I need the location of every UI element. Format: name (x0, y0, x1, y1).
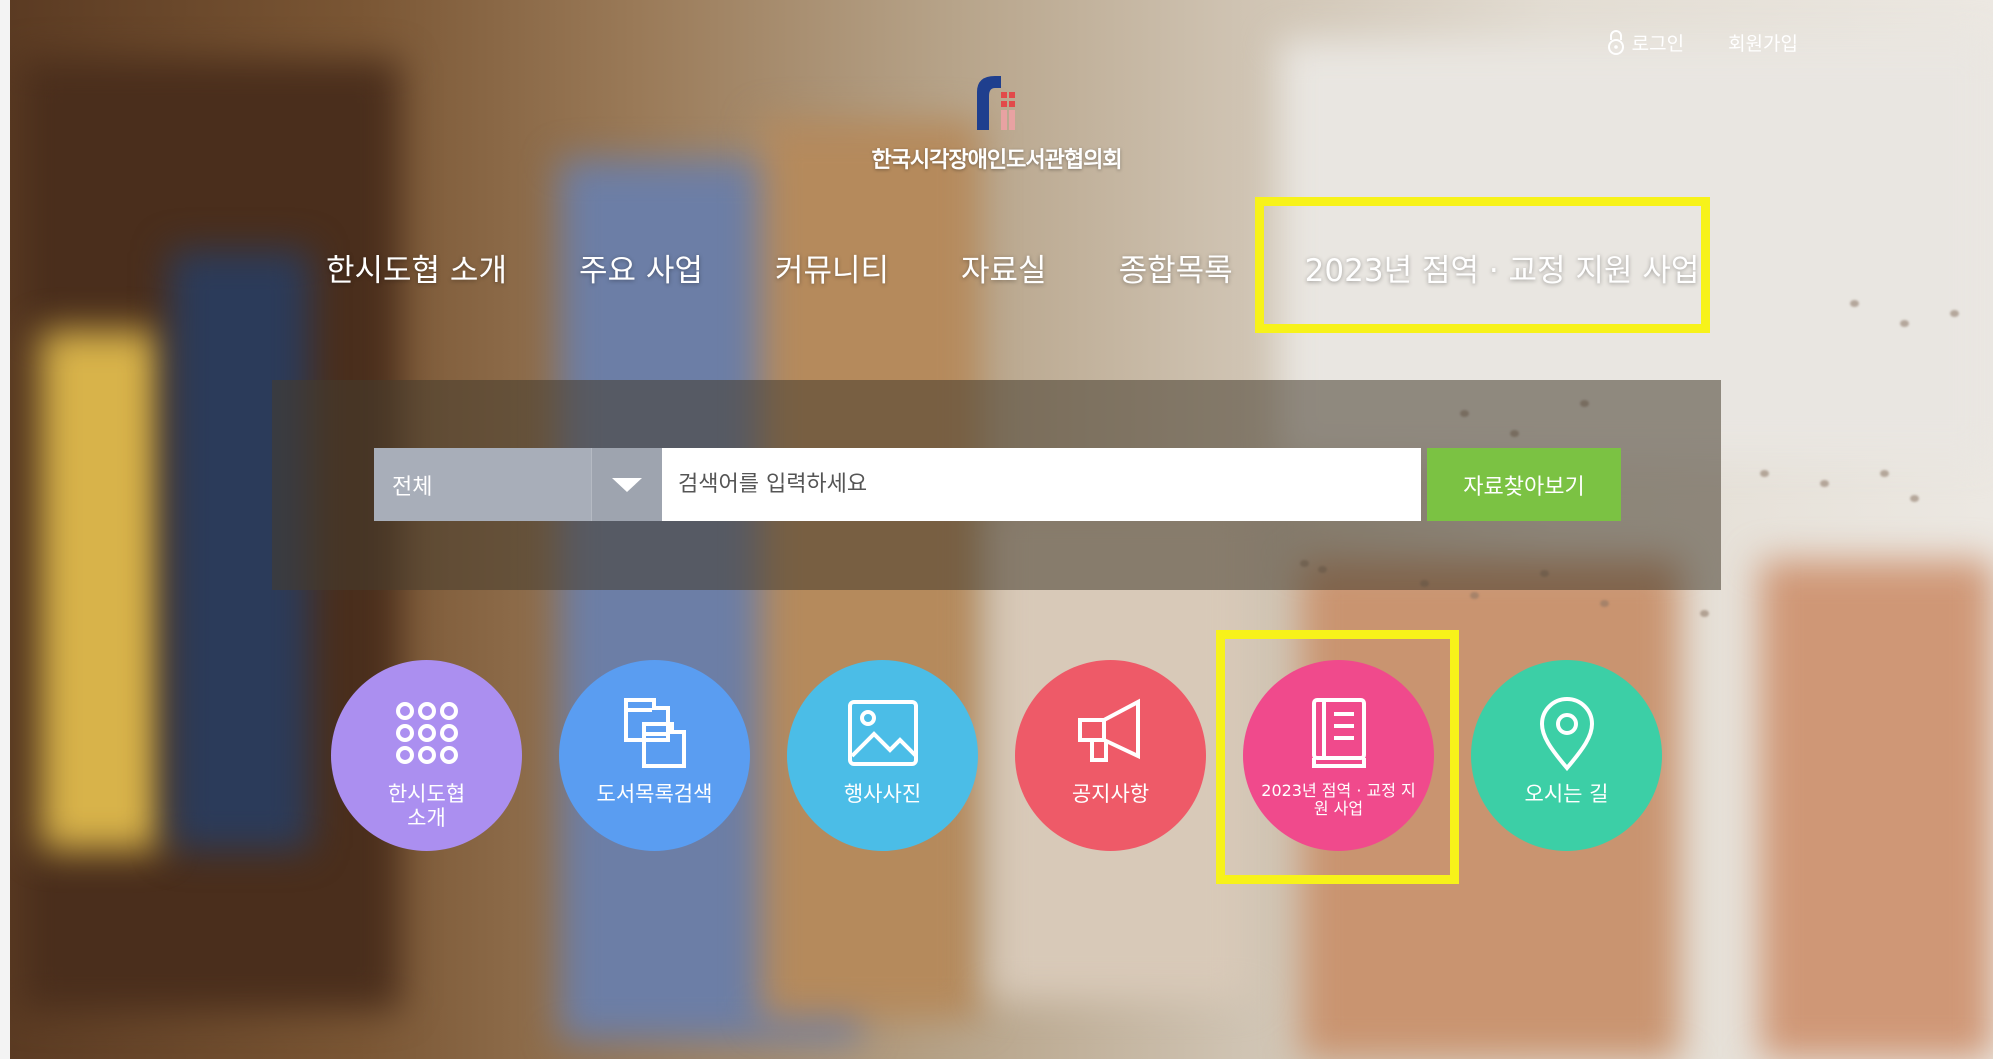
documents-icon (623, 698, 686, 768)
quick-link-label: 행사사진 (843, 782, 922, 806)
logo-mark-icon (976, 76, 1015, 130)
quick-link-about[interactable]: 한시도협 소개 (331, 660, 522, 851)
search-bar: 전체 자료찾아보기 (374, 448, 1621, 521)
quick-link-label: 도서목록검색 (596, 782, 713, 806)
highlight-box-nav (1255, 197, 1710, 333)
quick-link-label: 한시도협 소개 (387, 782, 466, 831)
login-link[interactable]: 로그인 (1606, 28, 1684, 56)
search-button[interactable]: 자료찾아보기 (1427, 448, 1621, 521)
quick-link-book-search[interactable]: 도서목록검색 (559, 660, 750, 851)
nav-item-community[interactable]: 커뮤니티 (775, 245, 889, 290)
join-link[interactable]: 회원가입 (1728, 29, 1798, 56)
image-icon (847, 700, 918, 766)
join-label: 회원가입 (1728, 32, 1798, 55)
nav-item-archive[interactable]: 자료실 (961, 245, 1047, 290)
highlight-box-quick-link (1216, 630, 1459, 884)
nav-item-catalog[interactable]: 종합목록 (1119, 245, 1233, 290)
nav-item-projects[interactable]: 주요 사업 (579, 245, 703, 290)
site-logo[interactable]: 한국시각장애인도서관협의회 (0, 70, 1993, 174)
quick-link-label: 공지사항 (1071, 782, 1150, 806)
search-input[interactable] (662, 448, 1421, 521)
quick-link-directions[interactable]: 오시는 길 (1471, 660, 1662, 851)
grid-dots-icon (395, 702, 458, 764)
lock-icon (1607, 30, 1624, 55)
search-scope-select[interactable]: 전체 (374, 448, 662, 521)
utility-links: 로그인 회원가입 (1606, 28, 1798, 56)
nav-item-about[interactable]: 한시도협 소개 (326, 245, 507, 290)
dropdown-arrow-icon[interactable] (591, 448, 662, 521)
quick-link-photos[interactable]: 행사사진 (787, 660, 978, 851)
quick-link-notices[interactable]: 공지사항 (1015, 660, 1206, 851)
megaphone-icon (1077, 698, 1140, 762)
quick-links: 한시도협 소개 도서목록검색 행사사진 공지사항 2023년 점역 · 교정 지… (331, 660, 1662, 851)
organization-name: 한국시각장애인도서관협의회 (871, 148, 1122, 173)
login-label: 로그인 (1631, 32, 1685, 55)
location-pin-icon (1539, 697, 1594, 772)
quick-link-label: 오시는 길 (1524, 782, 1609, 806)
search-scope-value: 전체 (392, 474, 433, 500)
search-panel: 전체 자료찾아보기 (272, 380, 1721, 590)
